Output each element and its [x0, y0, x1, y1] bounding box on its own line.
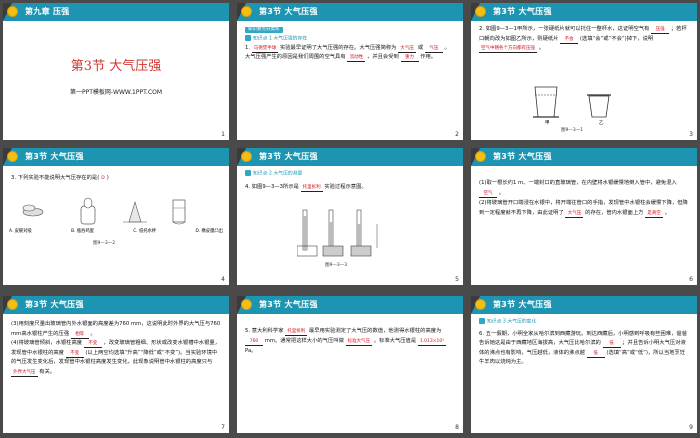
slide-header-text: 第3节 大气压强	[259, 300, 318, 309]
slide-4-thumbnail[interactable]: 第3节 大气压强 3. 下列实验不能说明大气压存在的是(D) A. 皮碗对吸 B…	[3, 148, 229, 285]
answer-blank: 低	[602, 340, 621, 348]
answer-blank: 外界大气压	[11, 369, 38, 377]
sun-icon	[475, 151, 486, 162]
slide-number: 5	[455, 276, 459, 283]
slide-5-thumbnail[interactable]: 第3节 大气压强 知识点 2 大气压的测量 4. 如图9—3—3所示是 托里拆利…	[237, 148, 463, 285]
sun-icon	[241, 299, 252, 310]
slide-header: 第3节 大气压强	[3, 148, 229, 166]
knowledge-point: 知识点 2 大气压的测量	[245, 170, 455, 179]
experiment-illustrations	[22, 197, 186, 225]
slide-number: 1	[221, 131, 225, 138]
slide-header: 第3节 大气压强	[471, 148, 697, 166]
slide-header-text: 第3节 大气压强	[493, 152, 552, 161]
slide-number: 9	[689, 424, 693, 431]
answer-blank: 气压	[424, 45, 443, 53]
sun-icon	[7, 299, 18, 310]
slide-title: 第3节 大气压强	[70, 59, 162, 74]
slide-header: 第3节 大气压强	[3, 296, 229, 314]
answer-blank: 1.013×10⁵	[417, 339, 447, 346]
knowledge-point: 知识点 3 大气压的变化	[479, 318, 689, 327]
answer-blank: 重力	[400, 54, 419, 62]
answer-blank: 压强	[651, 26, 670, 34]
figure-label-b: 乙	[599, 121, 604, 126]
slide-7-thumbnail[interactable]: 第3节 大气压强 (3)用刻度尺量出玻璃管内外水银面的高度差为760 mm，这说…	[3, 296, 229, 433]
answer-blank: 大气压	[398, 45, 417, 53]
option-labels: A. 皮碗对吸 B. 瓶吞鸡蛋 C. 纸托水杯 D. 橡皮膜凸出	[9, 228, 223, 234]
question-text: 4. 如图9—3—3所示是 托里拆利 实验过程示意图。	[245, 183, 367, 192]
figure-label-a: 甲	[545, 121, 550, 126]
section-banner: 知识要点分类练	[245, 25, 455, 35]
slide-header-text: 第3节 大气压强	[259, 7, 318, 16]
bullet-icon	[479, 318, 485, 324]
cup-diagram	[533, 86, 611, 118]
slide-header: 第3节 大气压强	[237, 296, 463, 314]
bullet-icon	[245, 35, 251, 41]
slide-9-thumbnail[interactable]: 第3节 大气压强 知识点 3 大气压的变化 6. 五一假期，小明全家从哈尔滨到西…	[471, 296, 697, 433]
slide-header: 第九章 压强	[3, 3, 229, 21]
question-text: 3. 下列实验不能说明大气压存在的是(D)	[11, 175, 109, 181]
answer-blank: 低	[586, 350, 605, 358]
slide-header-text: 第3节 大气压强	[259, 152, 318, 161]
question-text: (3)用刻度尺量出玻璃管内外水银面的高度差为760 mm，这说明此时外界的大气压…	[11, 321, 221, 377]
answer-blank: 不会	[560, 36, 579, 44]
bullet-icon	[245, 170, 251, 176]
option-b: B. 瓶吞鸡蛋	[71, 229, 94, 234]
answer-blank: 托里拆利	[285, 329, 308, 336]
question-text: 5. 意大利科学家 托里拆利 最早用实验测定了大气压的数值，他测得水银柱的高度为…	[245, 328, 447, 354]
slide-3-thumbnail[interactable]: 第3节 大气压强 2. 如图9—3—1甲所示，一张硬纸片就可以托住一整杯水，这证…	[471, 3, 697, 140]
slide-number: 3	[689, 131, 693, 138]
sun-icon	[241, 6, 252, 17]
slide-2-thumbnail[interactable]: 第3节 大气压强 知识要点分类练 知识点 1 大气压强的存在 1. 马德堡半球 …	[237, 3, 463, 140]
slide-header-text: 第3节 大气压强	[493, 7, 552, 16]
option-c: C. 纸托水杯	[133, 229, 157, 234]
option-d: D. 橡皮膜凸出	[195, 229, 223, 234]
answer-blank: 空气中朝各个方向都有压强	[479, 46, 537, 53]
slide-header: 第3节 大气压强	[471, 296, 697, 314]
answer-blank: 是真空	[645, 210, 664, 218]
sun-icon	[7, 151, 18, 162]
sun-icon	[475, 299, 486, 310]
slide-1-thumbnail[interactable]: 第九章 压强 第3节 大气压强 第一PPT模板网-WWW.1PPT.COM 1	[3, 3, 229, 140]
slide-subtitle: 第一PPT模板网-WWW.1PPT.COM	[69, 89, 163, 96]
slide-header-text: 第3节 大气压强	[493, 300, 552, 309]
slide-number: 8	[455, 424, 459, 431]
answer-blank: D	[101, 176, 105, 181]
question-text: (1)取一根长约1 m、一端封口的直玻璃管，在内壁将水银缓慢地倒入管中，避免混入…	[479, 180, 688, 218]
figure-caption: 图9—3—2	[93, 241, 116, 246]
slide-6-thumbnail[interactable]: 第3节 大气压强 (1)取一根长约1 m、一端封口的直玻璃管，在内壁将水银缓慢地…	[471, 148, 697, 285]
slide-header-text: 第3节 大气压强	[25, 152, 84, 161]
slide-8-thumbnail[interactable]: 第3节 大气压强 5. 意大利科学家 托里拆利 最早用实验测定了大气压的数值，他…	[237, 296, 463, 433]
answer-blank: 大气压	[565, 210, 584, 218]
answer-blank: 托里拆利	[300, 184, 323, 192]
slide-header: 第3节 大气压强	[471, 3, 697, 21]
question-text: 6. 五一假期，小明全家从哈尔滨到西藏游玩。到达西藏后，小明感到呼吸有些困难，爸…	[479, 330, 688, 366]
figure-caption: 图9—3—3	[325, 263, 348, 268]
knowledge-point: 知识点 1 大气压强的存在	[245, 35, 455, 44]
answer-blank: 马德堡半球	[251, 45, 279, 53]
slide-header-text: 第3节 大气压强	[25, 300, 84, 309]
answer-blank: 标准大气压	[345, 339, 373, 346]
answer-blank: 空气	[479, 190, 497, 198]
answer-blank: 不变	[83, 340, 102, 348]
answer-blank: 相等	[70, 331, 89, 339]
sun-icon	[475, 6, 486, 17]
question-text: 2. 如图9—3—1甲所示，一张硬纸片就可以托住一整杯水，这证明空气有 压强 ；…	[479, 26, 687, 53]
slide-header: 第3节 大气压强	[237, 3, 463, 21]
figure-caption: 图9—3—1	[561, 128, 584, 133]
question-text: 1. 马德堡半球 实验最早证明了大气压强的存在。大气压强简称为 大气压 或 气压…	[245, 44, 450, 62]
slide-number: 7	[221, 424, 225, 431]
slide-header: 第3节 大气压强	[237, 148, 463, 166]
slide-header-text: 第九章 压强	[25, 7, 70, 16]
torricelli-diagram	[297, 209, 378, 257]
answer-blank: 760	[245, 338, 263, 346]
slide-number: 4	[221, 276, 225, 283]
answer-blank: 不变	[65, 350, 84, 358]
slide-number: 6	[689, 276, 693, 283]
slide-number: 2	[455, 131, 459, 138]
answer-blank: 流动性	[347, 54, 366, 62]
sun-icon	[7, 6, 18, 17]
sun-icon	[241, 151, 252, 162]
option-a: A. 皮碗对吸	[9, 229, 32, 234]
